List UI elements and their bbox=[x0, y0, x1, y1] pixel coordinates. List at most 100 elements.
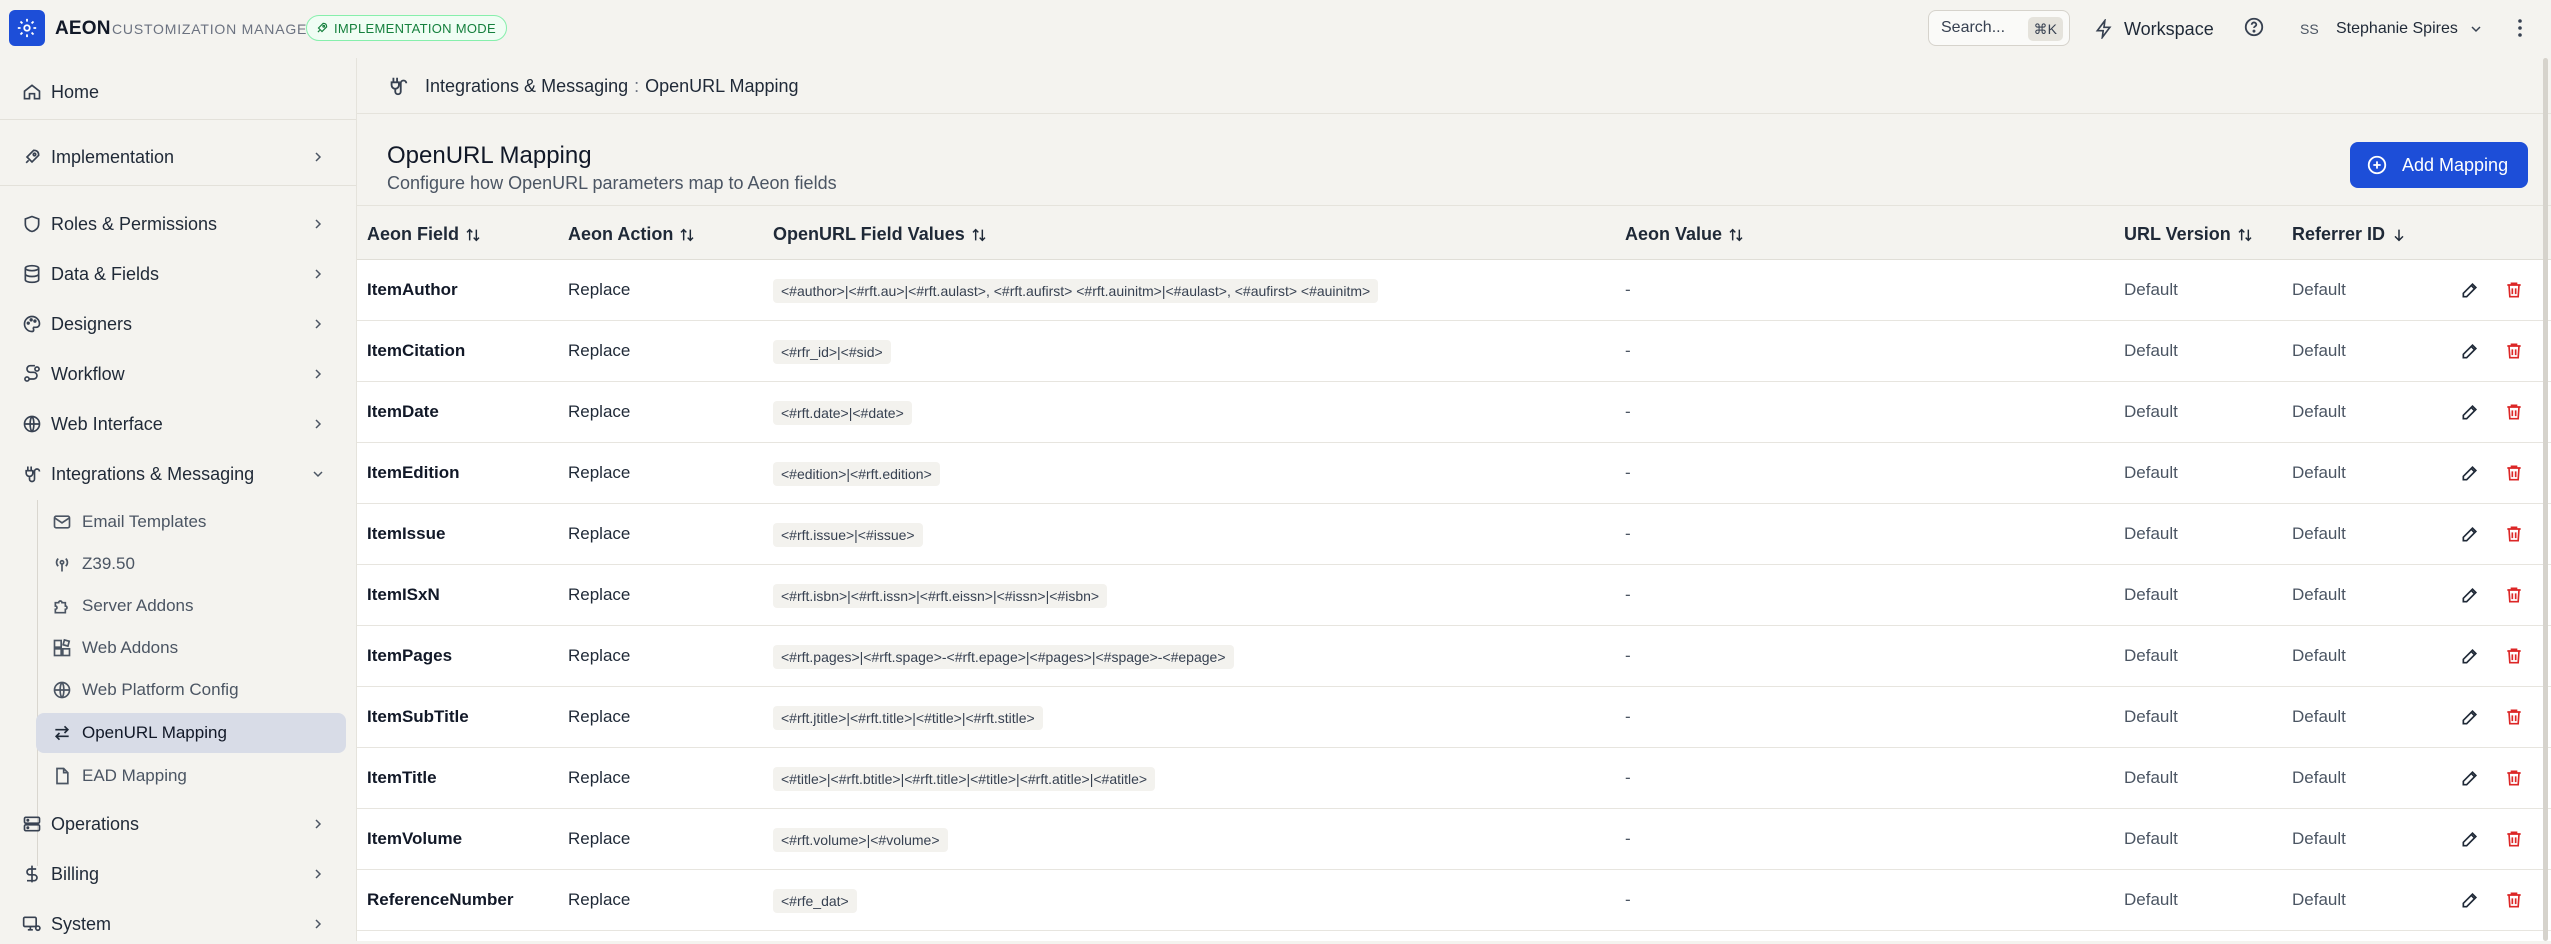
table-row[interactable]: ItemISxN Replace <#rft.isbn>|<#rft.issn>|<… bbox=[357, 565, 2551, 626]
delete-icon[interactable] bbox=[2504, 463, 2524, 483]
delete-icon[interactable] bbox=[2504, 524, 2524, 544]
sidebar-item-data-fields[interactable]: Data & Fields bbox=[0, 254, 344, 294]
cell-aeon-field: ItemISxN bbox=[367, 585, 440, 604]
cell-aeon-value: - bbox=[1625, 646, 1631, 665]
edit-icon[interactable] bbox=[2460, 707, 2480, 727]
sort-icon bbox=[679, 227, 695, 243]
column-header-referrer-id[interactable]: Referrer ID bbox=[2292, 224, 2407, 245]
cell-aeon-value: - bbox=[1625, 524, 1631, 543]
column-header-label: Aeon Field bbox=[367, 224, 460, 244]
plus-circle-icon bbox=[2366, 154, 2388, 176]
sidebar-item-web-interface[interactable]: Web Interface bbox=[0, 404, 344, 444]
cell-openurl-values: <#rft.date>|<#date> bbox=[773, 401, 912, 425]
search-label: Search... bbox=[1941, 19, 2006, 36]
cell-referrer-id: Default bbox=[2292, 280, 2346, 299]
sidebar-divider bbox=[0, 185, 356, 186]
cell-aeon-action: Replace bbox=[568, 402, 631, 421]
app-logo-gear-icon[interactable] bbox=[9, 10, 45, 46]
implementation-mode-badge: IMPLEMENTATION MODE bbox=[306, 15, 507, 41]
edit-icon[interactable] bbox=[2460, 341, 2480, 361]
delete-icon[interactable] bbox=[2504, 585, 2524, 605]
table-row[interactable]: ItemAuthor Replace <#author>|<#rft.au>|<#r… bbox=[357, 260, 2551, 321]
table-row[interactable]: ItemIssue Replace <#rft.issue>|<#issue> - De… bbox=[357, 504, 2551, 565]
sidebar-item-integrations-messaging[interactable]: Integrations & Messaging bbox=[0, 454, 344, 494]
cell-url-version: Default bbox=[2124, 890, 2178, 909]
antenna-icon bbox=[52, 554, 72, 574]
cell-referrer-id: Default bbox=[2292, 463, 2346, 482]
delete-icon[interactable] bbox=[2504, 890, 2524, 910]
sidebar-item-billing[interactable]: Billing bbox=[0, 854, 344, 894]
cell-referrer-id: Default bbox=[2292, 402, 2346, 421]
column-header-url-version[interactable]: URL Version bbox=[2124, 224, 2253, 245]
cell-aeon-field: ItemTitle bbox=[367, 768, 437, 787]
table-row[interactable]: ItemCitation Replace <#rfr_id>|<#sid> - Defa… bbox=[357, 321, 2551, 382]
table-row[interactable]: ReferenceNumber Replace <#rfe_dat> - Default… bbox=[357, 870, 2551, 931]
cell-url-version: Default bbox=[2124, 646, 2178, 665]
sidebar-item-label: Integrations & Messaging bbox=[51, 463, 255, 484]
edit-icon[interactable] bbox=[2460, 402, 2480, 422]
edit-icon[interactable] bbox=[2460, 463, 2480, 483]
table-row[interactable]: ItemDate Replace <#rft.date>|<#date> - Defau… bbox=[357, 382, 2551, 443]
table-row[interactable]: ItemPages Replace <#rft.pages>|<#rft.spage… bbox=[357, 626, 2551, 687]
sidebar-item-operations[interactable]: Operations bbox=[0, 804, 344, 844]
more-vertical-icon[interactable] bbox=[2515, 16, 2525, 40]
sidebar-subitem-email-templates[interactable]: Email Templates bbox=[36, 502, 346, 542]
chevron-right-icon bbox=[310, 866, 326, 882]
edit-icon[interactable] bbox=[2460, 890, 2480, 910]
global-search[interactable]: Search... ⌘K bbox=[1928, 10, 2070, 46]
sidebar-item-system[interactable]: System bbox=[0, 904, 344, 944]
scrollbar[interactable] bbox=[2543, 58, 2548, 941]
sort-icon bbox=[2237, 227, 2253, 243]
sidebar-subitem-web-addons[interactable]: Web Addons bbox=[36, 628, 346, 668]
help-icon[interactable] bbox=[2243, 16, 2265, 38]
cell-aeon-value: - bbox=[1625, 402, 1631, 421]
breadcrumb-trail: Integrations & Messaging: OpenURL Mapping bbox=[425, 76, 799, 97]
edit-icon[interactable] bbox=[2460, 280, 2480, 300]
edit-icon[interactable] bbox=[2460, 646, 2480, 666]
sidebar-subitem-z3950[interactable]: Z39.50 bbox=[36, 544, 346, 584]
edit-icon[interactable] bbox=[2460, 524, 2480, 544]
top-bar: AEON CUSTOMIZATION MANAGER IMPLEMENTATIO… bbox=[0, 0, 2551, 58]
cell-aeon-field: ItemPages bbox=[367, 646, 453, 665]
breadcrumb-parent[interactable]: Integrations & Messaging bbox=[425, 76, 628, 96]
rocket-icon bbox=[22, 147, 42, 167]
table-row[interactable]: ItemSubTitle Replace <#rft.jtitle>|<#rft.t… bbox=[357, 687, 2551, 748]
column-header-aeon-action[interactable]: Aeon Action bbox=[568, 224, 695, 245]
delete-icon[interactable] bbox=[2504, 402, 2524, 422]
user-menu[interactable]: SS Stephanie Spires bbox=[2300, 14, 2484, 44]
sidebar: Home Implementation Roles & Permissions … bbox=[0, 58, 356, 941]
column-header-openurl-values[interactable]: OpenURL Field Values bbox=[773, 224, 987, 245]
column-header-aeon-value[interactable]: Aeon Value bbox=[1625, 224, 1744, 245]
edit-icon[interactable] bbox=[2460, 585, 2480, 605]
sidebar-item-workflow[interactable]: Workflow bbox=[0, 354, 344, 394]
add-mapping-button[interactable]: Add Mapping bbox=[2350, 142, 2528, 188]
delete-icon[interactable] bbox=[2504, 707, 2524, 727]
edit-icon[interactable] bbox=[2460, 768, 2480, 788]
table-row[interactable]: ItemTitle Replace <#title>|<#rft.btitle>|<… bbox=[357, 748, 2551, 809]
sidebar-item-roles-permissions[interactable]: Roles & Permissions bbox=[0, 204, 344, 244]
delete-icon[interactable] bbox=[2504, 768, 2524, 788]
sidebar-item-implementation[interactable]: Implementation bbox=[0, 137, 344, 177]
sidebar-subitem-ead-mapping[interactable]: EAD Mapping bbox=[36, 756, 346, 796]
delete-icon[interactable] bbox=[2504, 280, 2524, 300]
sidebar-item-home[interactable]: Home bbox=[0, 72, 344, 112]
table-row[interactable]: ItemEdition Replace <#edition>|<#rft.editi… bbox=[357, 443, 2551, 504]
delete-icon[interactable] bbox=[2504, 341, 2524, 361]
brand-name: AEON bbox=[55, 18, 111, 39]
column-header-aeon-field[interactable]: Aeon Field bbox=[367, 224, 481, 245]
database-icon bbox=[22, 264, 42, 284]
sidebar-subitem-web-platform-config[interactable]: Web Platform Config bbox=[36, 670, 346, 710]
palette-icon bbox=[22, 314, 42, 334]
delete-icon[interactable] bbox=[2504, 646, 2524, 666]
home-icon bbox=[22, 82, 42, 102]
sidebar-item-designers[interactable]: Designers bbox=[0, 304, 344, 344]
sidebar-subitem-server-addons[interactable]: Server Addons bbox=[36, 586, 346, 626]
sidebar-subitem-label: Server Addons bbox=[82, 596, 194, 615]
table-row[interactable]: ItemVolume Replace <#rft.volume>|<#volume>… bbox=[357, 809, 2551, 870]
edit-icon[interactable] bbox=[2460, 829, 2480, 849]
sidebar-subitem-openurl-mapping[interactable]: OpenURL Mapping bbox=[36, 713, 346, 753]
cell-openurl-values: <#rft.pages>|<#rft.spage>-<#rft.epage>|<… bbox=[773, 645, 1234, 669]
delete-icon[interactable] bbox=[2504, 829, 2524, 849]
workspace-button[interactable]: Workspace bbox=[2094, 14, 2214, 44]
cell-url-version: Default bbox=[2124, 829, 2178, 848]
